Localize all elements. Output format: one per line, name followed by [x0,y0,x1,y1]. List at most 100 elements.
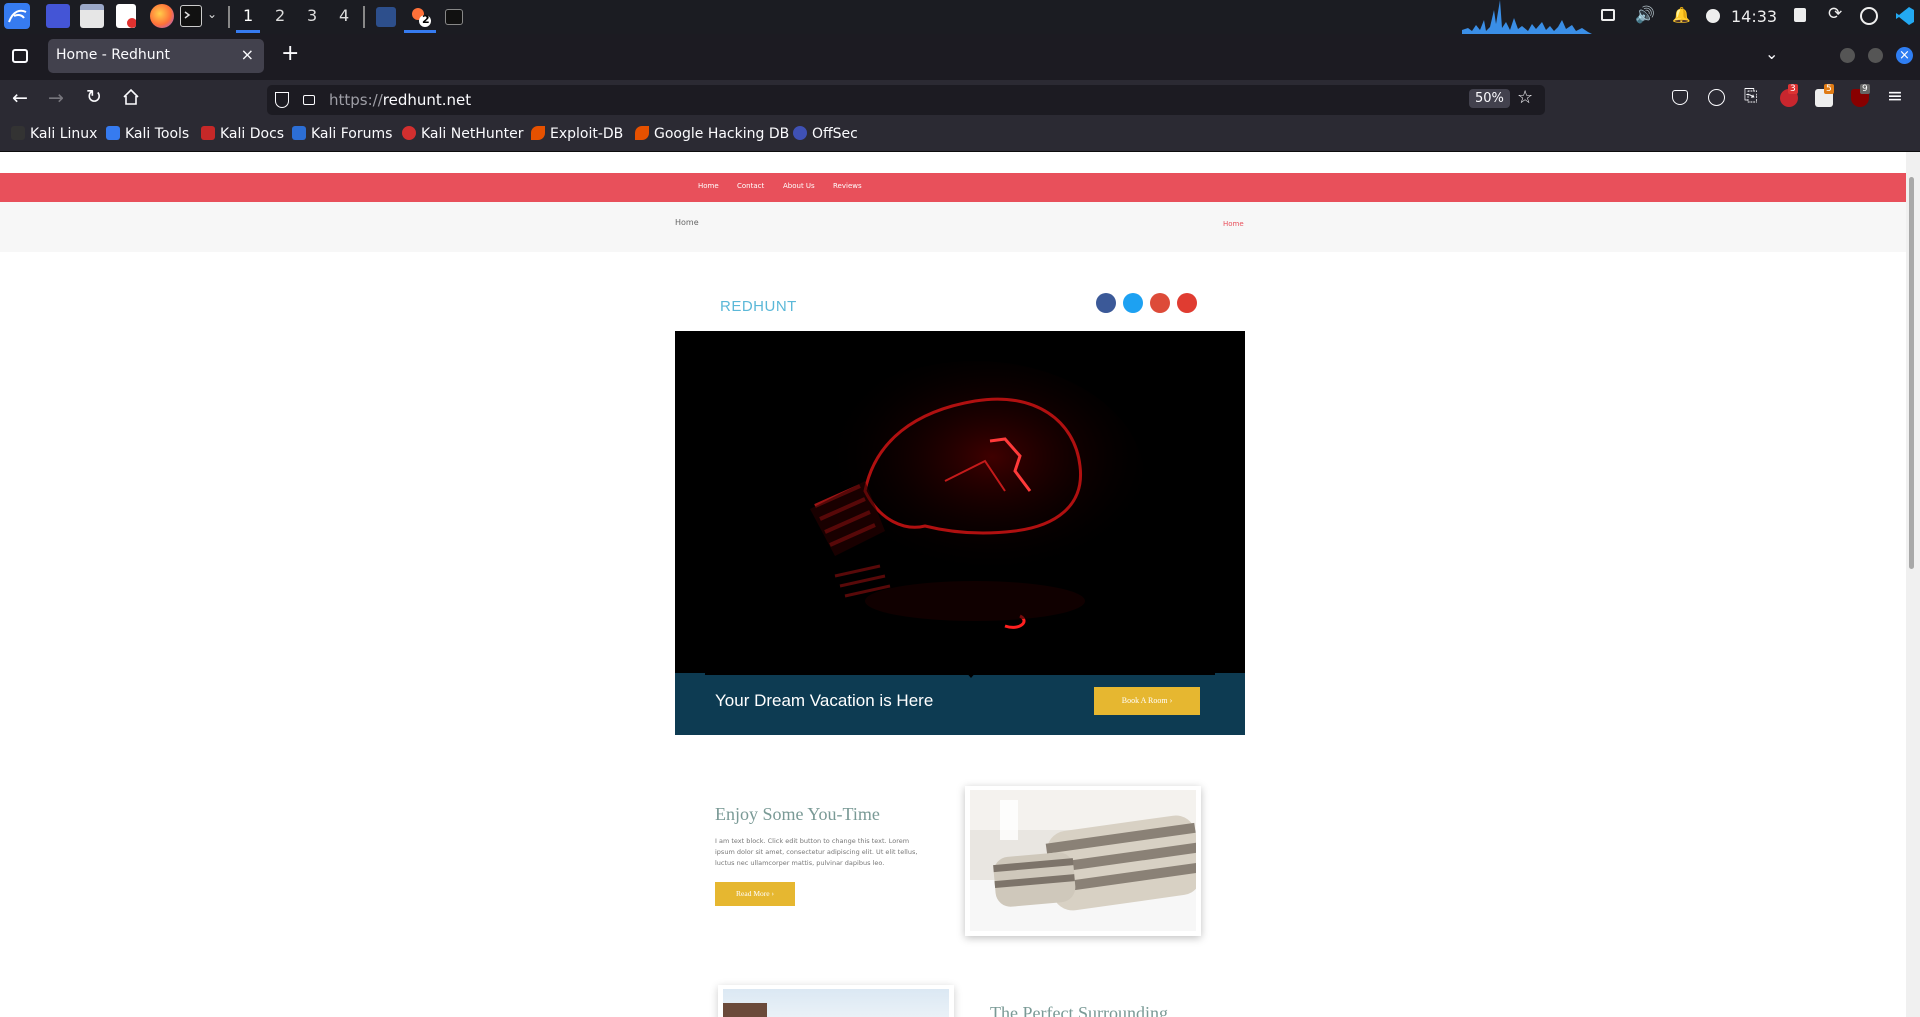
feature-body: I am text block. Click edit button to ch… [715,837,918,867]
url-text: https://redhunt.net [329,91,471,109]
extensions-icon[interactable]: ⎘ [1744,86,1758,106]
workspace-4[interactable]: 4 [339,6,349,25]
bookmark-offsec[interactable]: OffSec [793,126,858,146]
nethunter-icon [402,126,416,140]
bookmark-label: Kali NetHunter [421,126,524,142]
hero-caption: Your Dream Vacation is Here [715,691,934,710]
window-firefox-icon[interactable]: 2 [410,6,431,27]
window-editor-icon[interactable] [376,7,396,27]
building-image [723,989,949,1017]
scrollbar-thumb[interactable] [1909,177,1914,569]
book-a-room-label: Book A Room [1121,696,1168,705]
extension-badge-1: 3 [1788,84,1798,94]
kali-menu-icon[interactable] [4,3,30,29]
clock[interactable]: 14:33 [1731,7,1777,26]
hero-band-top-line [705,673,1215,675]
taskbar-separator [363,6,365,28]
display-icon[interactable] [1601,9,1615,21]
bookmark-exploit-db[interactable]: Exploit-DB [531,126,623,146]
network-monitor-graph [1462,0,1592,34]
bookmark-label: OffSec [812,126,858,142]
taskbar-separator [228,6,230,28]
bookmark-kali-docs[interactable]: Kali Docs [201,126,284,146]
notifications-icon[interactable]: 🔔 [1672,6,1691,24]
file-manager-icon[interactable] [80,4,104,28]
new-tab-icon[interactable]: + [281,41,299,66]
close-tab-icon[interactable]: × [241,45,254,64]
firefox-window-count: 2 [422,13,430,26]
read-more-button[interactable]: Read More › [715,882,795,906]
bookmark-kali-nethunter[interactable]: Kali NetHunter [402,126,523,146]
url-domain: redhunt.net [382,91,472,109]
nav-home[interactable]: Home [698,182,719,190]
extension-badge-2: 5 [1824,84,1834,94]
power-icon[interactable] [1706,9,1720,23]
pinterest-icon[interactable] [1177,293,1197,313]
bookmark-label: Google Hacking DB [654,126,790,142]
extension-badge-3: 9 [1860,84,1870,94]
page-scrollbar[interactable] [1906,152,1920,1017]
bookmarks-toolbar: Kali Linux Kali Tools Kali Docs Kali For… [0,120,1920,152]
reload-icon[interactable]: ↻ [86,86,102,108]
url-bar[interactable]: https://redhunt.net 50% ☆ [267,85,1545,115]
maximize-window-button[interactable] [1868,48,1883,63]
account-icon[interactable] [1708,89,1725,106]
site-nav-bar: Home Contact About Us Reviews [0,173,1906,202]
read-more-label: Read More [736,889,770,898]
google-plus-icon[interactable] [1150,293,1170,313]
site-brand[interactable]: REDHUNT [720,298,797,315]
feature-title: The Perfect Surrounding [990,1003,1168,1017]
network-icon[interactable] [1860,7,1878,25]
refresh-icon[interactable]: ⟳ [1828,4,1842,24]
bookmark-kali-forums[interactable]: Kali Forums [292,126,392,146]
book-a-room-button[interactable]: Book A Room › [1094,687,1200,715]
lightbulb-illustration [675,331,1245,673]
browser-navigation-bar: ← → ↻ https://redhunt.net 50% ☆ ⎘ 3 5 9 … [0,80,1920,120]
nav-about-us[interactable]: About Us [783,182,815,190]
home-icon[interactable] [122,88,140,106]
vscode-icon[interactable] [1895,6,1915,26]
pocket-icon[interactable] [1672,90,1688,105]
kali-docs-icon [201,126,215,140]
text-editor-icon[interactable] [116,4,136,28]
tab-home-redhunt[interactable]: Home - Redhunt × [48,39,264,73]
nav-reviews[interactable]: Reviews [833,182,862,190]
close-window-button[interactable]: × [1896,47,1913,64]
show-desktop-icon[interactable] [46,4,70,28]
zoom-level[interactable]: 50% [1469,89,1510,108]
list-all-tabs-icon[interactable]: ⌄ [1765,44,1778,63]
forward-icon[interactable]: → [48,87,64,109]
bookmark-label: Kali Forums [311,126,393,142]
window-terminal-icon[interactable] [445,9,463,25]
firefox-icon[interactable] [150,4,174,28]
app-menu-icon[interactable]: ≡ [1887,85,1903,107]
volume-icon[interactable]: 🔊 [1635,5,1655,24]
lock-icon[interactable] [1794,8,1806,22]
terminal-dropdown-icon[interactable]: ⌄ [207,7,217,21]
building-roof [723,1003,767,1017]
site-lock-icon[interactable] [303,95,315,105]
bookmark-kali-tools[interactable]: Kali Tools [106,126,189,146]
system-taskbar: ⌄ 1 2 3 4 2 🔊 🔔 14:33 ⟳ [0,0,1920,34]
feature-title: Enjoy Some You-Time [715,804,880,824]
terminal-icon[interactable] [180,5,202,27]
back-icon[interactable]: ← [12,87,28,109]
facebook-icon[interactable] [1096,293,1116,313]
active-workspace-indicator [236,30,260,33]
nav-contact[interactable]: Contact [737,182,764,190]
bookmark-google-hacking-db[interactable]: Google Hacking DB [635,126,789,146]
workspace-1[interactable]: 1 [243,6,253,25]
bookmark-star-icon[interactable]: ☆ [1517,87,1533,108]
ghdb-icon [635,126,649,140]
breadcrumb[interactable]: Home [1223,220,1244,228]
workspace-3[interactable]: 3 [307,6,317,25]
tracking-protection-icon[interactable] [275,92,289,108]
browser-tab-strip: Home - Redhunt × + ⌄ × [0,34,1920,80]
minimize-window-button[interactable] [1840,48,1855,63]
twitter-icon[interactable] [1123,293,1143,313]
workspace-2[interactable]: 2 [275,6,285,25]
bookmark-kali-linux[interactable]: Kali Linux [11,126,97,146]
pillows-image [970,790,1196,931]
firefox-view-icon[interactable] [12,49,28,63]
active-window-indicator [404,30,436,33]
